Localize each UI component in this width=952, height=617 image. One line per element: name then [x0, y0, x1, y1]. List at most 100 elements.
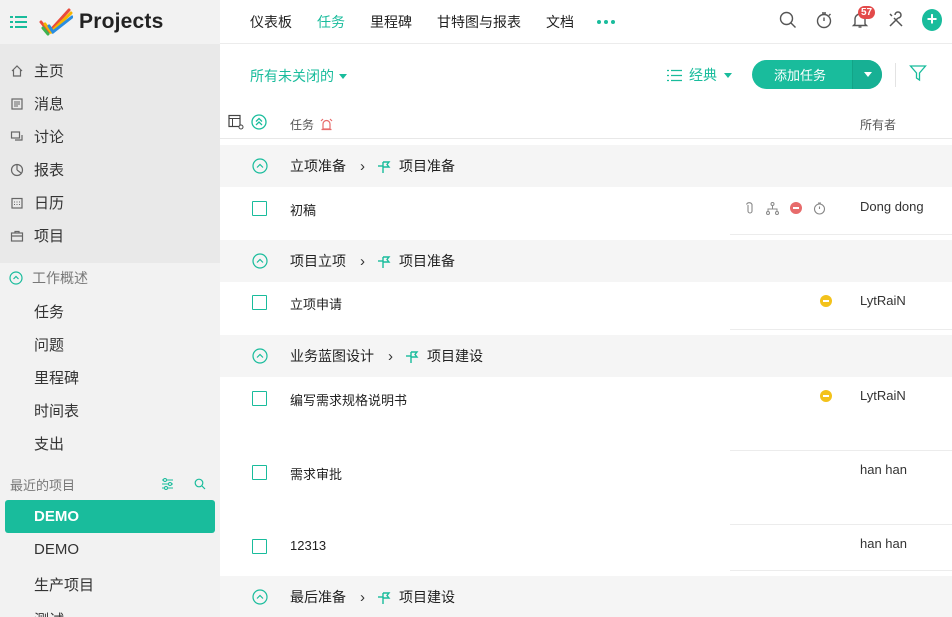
projects-logo-icon — [39, 8, 73, 36]
search-icon[interactable] — [194, 478, 206, 490]
task-list-name[interactable]: 最后准备 — [290, 587, 346, 607]
sidebar-item-issues[interactable]: 问题 — [0, 328, 220, 361]
milestone-name[interactable]: 项目建设 — [399, 587, 455, 607]
recent-project-item[interactable]: 生产项目 — [5, 568, 215, 601]
nav-item-calendar[interactable]: 日历 — [0, 186, 220, 219]
chevron-right-icon: › — [360, 252, 365, 270]
subtask-icon[interactable] — [766, 201, 779, 215]
top-icon-bar: 57 + — [778, 6, 942, 31]
task-checkbox[interactable] — [252, 295, 267, 310]
milestone-flag-icon — [377, 254, 392, 269]
task-column-header[interactable]: 任务 — [290, 116, 333, 133]
task-list-group-row: 最后准备 › 项目建设 — [220, 576, 952, 617]
collapse-circle-icon[interactable] — [252, 348, 268, 364]
status-in-progress-icon[interactable] — [820, 295, 832, 307]
column-settings-icon[interactable] — [228, 114, 244, 130]
sidebar-item-tasks[interactable]: 任务 — [0, 295, 220, 328]
tab-gantt-reports[interactable]: 甘特图与报表 — [437, 12, 521, 32]
task-checkbox[interactable] — [252, 201, 267, 216]
task-name[interactable]: 编写需求规格说明书 — [290, 390, 407, 409]
view-mode-dropdown[interactable]: 经典 — [667, 65, 732, 85]
task-table-header: 任务 所有者 — [220, 105, 952, 139]
tab-dashboard[interactable]: 仪表板 — [250, 12, 292, 32]
nav-item-home[interactable]: 主页 — [0, 54, 220, 87]
sidebar-item-expenses[interactable]: 支出 — [0, 427, 220, 460]
status-in-progress-icon[interactable] — [820, 390, 832, 402]
reminder-alarm-icon[interactable] — [320, 118, 333, 132]
chevron-right-icon: › — [388, 347, 393, 365]
nav-item-reports[interactable]: 报表 — [0, 153, 220, 186]
collapse-circle-icon[interactable] — [252, 158, 268, 174]
tab-tasks[interactable]: 任务 — [317, 12, 345, 32]
notification-bell-icon[interactable]: 57 — [850, 6, 876, 30]
quick-add-icon[interactable]: + — [922, 9, 942, 31]
tab-documents[interactable]: 文档 — [546, 12, 574, 32]
nav-item-projects[interactable]: 项目 — [0, 219, 220, 252]
table-row: 初稿 Dong dong — [220, 187, 952, 235]
nav-item-discussion[interactable]: 讨论 — [0, 120, 220, 153]
chevron-down-icon — [863, 72, 872, 77]
task-checkbox[interactable] — [252, 539, 267, 554]
task-list-group-row: 立项准备 › 项目准备 — [220, 145, 952, 187]
collapse-circle-icon[interactable] — [252, 589, 268, 605]
table-row: 立项申请 LytRaiN — [220, 282, 952, 330]
milestone-name[interactable]: 项目准备 — [399, 251, 455, 271]
task-list-title: 最后准备 › 项目建设 — [290, 587, 455, 607]
task-list-title: 立项准备 › 项目准备 — [290, 156, 455, 176]
sidebar-item-milestones[interactable]: 里程碑 — [0, 361, 220, 394]
logo-bar: Projects — [0, 0, 220, 44]
collapse-all-icon[interactable] — [251, 114, 267, 130]
recent-project-item[interactable]: DEMO — [5, 533, 215, 566]
chevron-right-icon: › — [360, 588, 365, 606]
milestone-flag-icon — [405, 349, 420, 364]
task-owner[interactable]: han han — [860, 462, 907, 477]
task-filter-label: 所有未关闭的 — [250, 68, 334, 84]
timer-icon[interactable] — [814, 10, 834, 30]
top-navigation: 仪表板 任务 里程碑 甘特图与报表 文档 57 + — [220, 0, 952, 44]
nav-item-label: 讨论 — [34, 129, 65, 146]
recent-projects-header: 最近的项目 — [0, 472, 220, 496]
nav-item-feed[interactable]: 消息 — [0, 87, 220, 120]
task-list-name[interactable]: 立项准备 — [290, 156, 346, 176]
more-tabs-icon[interactable] — [597, 19, 615, 24]
attachment-icon[interactable] — [745, 201, 755, 215]
task-filter-dropdown[interactable]: 所有未关闭的 — [250, 66, 347, 86]
timer-icon[interactable] — [813, 201, 826, 215]
task-checkbox[interactable] — [252, 391, 267, 406]
task-checkbox[interactable] — [252, 465, 267, 480]
work-overview-toggle[interactable]: 工作概述 — [0, 263, 220, 293]
sidebar-item-timesheet[interactable]: 时间表 — [0, 394, 220, 427]
task-owner[interactable]: Dong dong — [860, 199, 924, 214]
recent-project-item[interactable]: 测试 — [5, 603, 215, 617]
nav-item-label: 主页 — [34, 63, 65, 80]
owner-column-header[interactable]: 所有者 — [860, 116, 896, 133]
list-view-icon — [667, 69, 682, 82]
add-task-dropdown-button[interactable] — [852, 60, 882, 89]
task-list-name[interactable]: 业务蓝图设计 — [290, 346, 374, 366]
recent-project-item[interactable]: DEMO — [5, 500, 215, 533]
task-name[interactable]: 需求审批 — [290, 464, 342, 483]
hamburger-menu-icon[interactable] — [8, 11, 30, 33]
collapse-circle-icon[interactable] — [252, 253, 268, 269]
milestone-name[interactable]: 项目建设 — [427, 346, 483, 366]
task-name[interactable]: 初稿 — [290, 200, 316, 219]
milestone-flag-icon — [377, 590, 392, 605]
task-list-name[interactable]: 项目立项 — [290, 251, 346, 271]
task-list-title: 项目立项 › 项目准备 — [290, 251, 455, 271]
status-blocked-icon[interactable] — [790, 202, 802, 214]
filter-funnel-icon[interactable] — [909, 64, 927, 82]
task-owner[interactable]: LytRaiN — [860, 388, 906, 403]
milestone-name[interactable]: 项目准备 — [399, 156, 455, 176]
collapse-circle-icon — [9, 271, 23, 285]
task-name[interactable]: 12313 — [290, 538, 326, 553]
search-icon[interactable] — [778, 10, 798, 30]
settings-sliders-icon[interactable] — [161, 478, 174, 490]
tools-icon[interactable] — [886, 10, 906, 30]
nav-item-label: 项目 — [34, 228, 65, 245]
task-name[interactable]: 立项申请 — [290, 294, 342, 313]
task-owner[interactable]: LytRaiN — [860, 293, 906, 308]
add-task-button[interactable]: 添加任务 — [752, 60, 852, 89]
task-owner[interactable]: han han — [860, 536, 907, 551]
tab-milestones[interactable]: 里程碑 — [370, 12, 412, 32]
notification-badge: 57 — [858, 6, 876, 19]
